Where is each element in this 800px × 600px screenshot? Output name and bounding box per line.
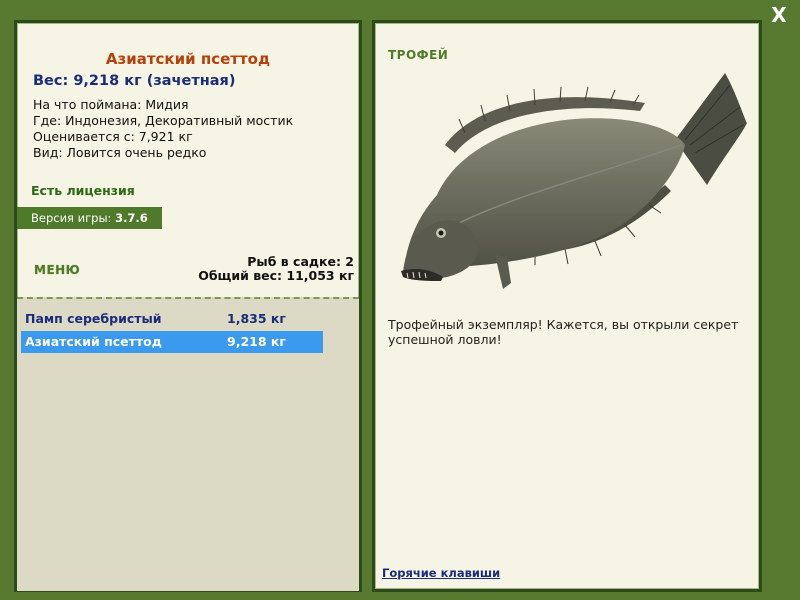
- version-label: Версия игры:: [31, 211, 112, 225]
- list-item-name: Азиатский псеттод: [25, 334, 162, 349]
- keepnet-list: Памп серебристый 1,835 кг Азиатский псет…: [17, 297, 359, 591]
- fish-info-panel: Азиатский псеттод Вес: 9,218 кг (зачетна…: [14, 20, 362, 592]
- list-item-name: Памп серебристый: [25, 311, 162, 326]
- rarity-info: Вид: Ловится очень редко: [33, 145, 207, 160]
- hotkeys-link[interactable]: Горячие клавиши: [382, 566, 500, 580]
- list-item-weight: 1,835 кг: [227, 311, 286, 326]
- trophy-label: ТРОФЕЙ: [388, 48, 449, 62]
- close-button[interactable]: X: [768, 4, 790, 26]
- bait-info: На что поймана: Мидия: [33, 97, 189, 112]
- version-value: 3.7.6: [115, 211, 148, 225]
- game-version-bar: Версия игры: 3.7.6: [17, 207, 162, 229]
- menu-button[interactable]: МЕНЮ: [34, 263, 80, 277]
- fish-image: [401, 73, 747, 289]
- game-window: X Азиатский псеттод Вес: 9,218 кг (зачет…: [0, 0, 800, 600]
- list-item-weight: 9,218 кг: [227, 334, 286, 349]
- location-info: Где: Индонезия, Декоративный мостик: [33, 113, 294, 128]
- trophy-panel: ТРОФЕЙ Трофейный экземпляр! Кажется, вы …: [372, 20, 762, 592]
- list-item-selected[interactable]: Азиатский псеттод 9,218 кг: [21, 331, 323, 353]
- keepnet-total-weight: Общий вес: 11,053 кг: [198, 268, 354, 283]
- list-item[interactable]: Памп серебристый 1,835 кг: [21, 308, 323, 330]
- license-status: Есть лицензия: [31, 183, 135, 198]
- valued-from-info: Оценивается с: 7,921 кг: [33, 129, 193, 144]
- fish-name-title: Азиатский псеттод: [105, 50, 271, 68]
- keepnet-count: Рыб в садке: 2: [247, 254, 354, 269]
- fish-details: На что поймана: Мидия Где: Индонезия, Де…: [33, 97, 293, 161]
- fish-weight: Вес: 9,218 кг (зачетная): [33, 73, 236, 89]
- keepnet-stats: Рыб в садке: 2 Общий вес: 11,053 кг: [198, 255, 354, 283]
- trophy-description: Трофейный экземпляр! Кажется, вы открыли…: [388, 317, 739, 347]
